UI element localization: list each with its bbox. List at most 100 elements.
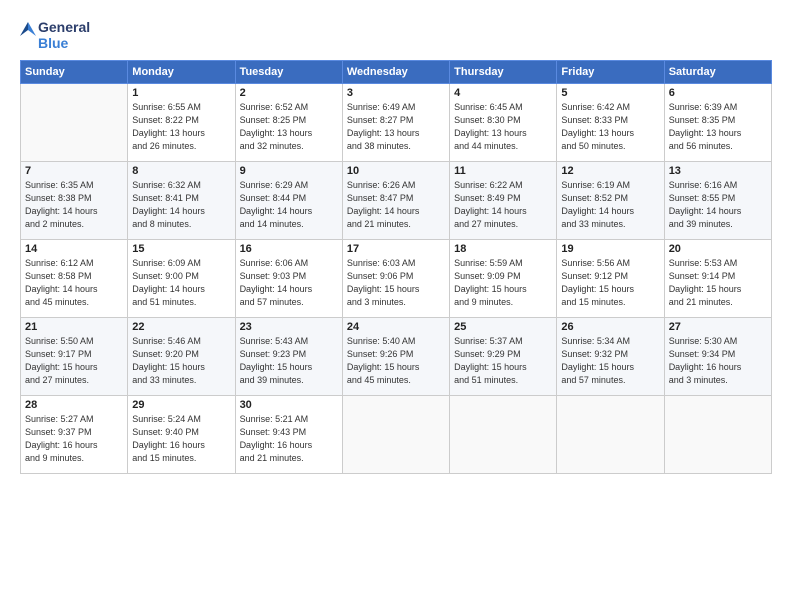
week-row-4: 21 Sunrise: 5:50 AM Sunset: 9:17 PM Dayli… <box>21 318 772 396</box>
day-info: Sunrise: 6:55 AM Sunset: 8:22 PM Dayligh… <box>132 101 230 153</box>
weekday-header-friday: Friday <box>557 61 664 84</box>
day-number: 17 <box>347 243 445 255</box>
week-row-3: 14Sunrise: 6:12 AM Sunset: 8:58 PM Dayli… <box>21 240 772 318</box>
calendar-cell: 8Sunrise: 6:32 AM Sunset: 8:41 PM Daylig… <box>128 162 235 240</box>
day-info: Sunrise: 6:22 AM Sunset: 8:49 PM Dayligh… <box>454 179 552 231</box>
day-number: 26 <box>561 321 659 333</box>
week-row-5: 28Sunrise: 5:27 AM Sunset: 9:37 PM Dayli… <box>21 396 772 474</box>
calendar-cell: 7 Sunrise: 6:35 AM Sunset: 8:38 PM Daylig… <box>21 162 128 240</box>
calendar-cell <box>342 396 449 474</box>
calendar-cell: 15 Sunrise: 6:09 AM Sunset: 9:00 PM Dayli… <box>128 240 235 318</box>
day-number: 1 <box>132 87 230 99</box>
day-info: Sunrise: 5:24 AM Sunset: 9:40 PM Dayligh… <box>132 413 230 465</box>
calendar-cell: 25 Sunrise: 5:37 AM Sunset: 9:29 PM Dayli… <box>450 318 557 396</box>
day-number: 27 <box>669 321 767 333</box>
day-info: Sunrise: 6:45 AM Sunset: 8:30 PM Dayligh… <box>454 101 552 153</box>
logo: General Blue <box>20 16 100 54</box>
day-info: Sunrise: 5:56 AM Sunset: 9:12 PM Dayligh… <box>561 257 659 309</box>
calendar-cell: 6Sunrise: 6:39 AM Sunset: 8:35 PM Daylig… <box>664 84 771 162</box>
calendar-cell: 19 Sunrise: 5:56 AM Sunset: 9:12 PM Dayli… <box>557 240 664 318</box>
day-info: Sunrise: 6:09 AM Sunset: 9:00 PM Dayligh… <box>132 257 230 309</box>
logo-svg: General Blue <box>20 16 100 54</box>
day-info: Sunrise: 5:50 AM Sunset: 9:17 PM Dayligh… <box>25 335 123 387</box>
calendar-cell: 23 Sunrise: 5:43 AM Sunset: 9:23 PM Dayli… <box>235 318 342 396</box>
day-info: Sunrise: 5:59 AM Sunset: 9:09 PM Dayligh… <box>454 257 552 309</box>
day-number: 4 <box>454 87 552 99</box>
weekday-header-wednesday: Wednesday <box>342 61 449 84</box>
calendar-cell: 27 Sunrise: 5:30 AM Sunset: 9:34 PM Dayli… <box>664 318 771 396</box>
weekday-header-thursday: Thursday <box>450 61 557 84</box>
day-number: 23 <box>240 321 338 333</box>
day-number: 29 <box>132 399 230 411</box>
day-info: Sunrise: 5:30 AM Sunset: 9:34 PM Dayligh… <box>669 335 767 387</box>
calendar-cell <box>21 84 128 162</box>
day-info: Sunrise: 5:37 AM Sunset: 9:29 PM Dayligh… <box>454 335 552 387</box>
day-number: 7 <box>25 165 123 177</box>
calendar-cell: 28Sunrise: 5:27 AM Sunset: 9:37 PM Dayli… <box>21 396 128 474</box>
calendar-cell <box>664 396 771 474</box>
calendar-cell <box>450 396 557 474</box>
day-number: 18 <box>454 243 552 255</box>
calendar-cell: 16 Sunrise: 6:06 AM Sunset: 9:03 PM Dayli… <box>235 240 342 318</box>
day-number: 15 <box>132 243 230 255</box>
day-number: 5 <box>561 87 659 99</box>
day-info: Sunrise: 6:49 AM Sunset: 8:27 PM Dayligh… <box>347 101 445 153</box>
page: General Blue SundayMondayTuesdayWednesda… <box>0 0 792 612</box>
day-info: Sunrise: 5:21 AM Sunset: 9:43 PM Dayligh… <box>240 413 338 465</box>
day-info: Sunrise: 6:26 AM Sunset: 8:47 PM Dayligh… <box>347 179 445 231</box>
day-info: Sunrise: 5:53 AM Sunset: 9:14 PM Dayligh… <box>669 257 767 309</box>
weekday-header-sunday: Sunday <box>21 61 128 84</box>
calendar-cell: 1 Sunrise: 6:55 AM Sunset: 8:22 PM Daylig… <box>128 84 235 162</box>
calendar-cell: 24 Sunrise: 5:40 AM Sunset: 9:26 PM Dayli… <box>342 318 449 396</box>
calendar-cell <box>557 396 664 474</box>
weekday-header-tuesday: Tuesday <box>235 61 342 84</box>
calendar-cell: 17 Sunrise: 6:03 AM Sunset: 9:06 PM Dayli… <box>342 240 449 318</box>
calendar-cell: 9 Sunrise: 6:29 AM Sunset: 8:44 PM Daylig… <box>235 162 342 240</box>
day-info: Sunrise: 6:03 AM Sunset: 9:06 PM Dayligh… <box>347 257 445 309</box>
day-number: 16 <box>240 243 338 255</box>
day-number: 11 <box>454 165 552 177</box>
day-info: Sunrise: 5:46 AM Sunset: 9:20 PM Dayligh… <box>132 335 230 387</box>
day-number: 28 <box>25 399 123 411</box>
day-info: Sunrise: 6:12 AM Sunset: 8:58 PM Dayligh… <box>25 257 123 309</box>
svg-text:General: General <box>38 19 90 35</box>
day-number: 24 <box>347 321 445 333</box>
day-number: 19 <box>561 243 659 255</box>
day-info: Sunrise: 5:43 AM Sunset: 9:23 PM Dayligh… <box>240 335 338 387</box>
day-info: Sunrise: 6:52 AM Sunset: 8:25 PM Dayligh… <box>240 101 338 153</box>
day-info: Sunrise: 6:29 AM Sunset: 8:44 PM Dayligh… <box>240 179 338 231</box>
day-number: 8 <box>132 165 230 177</box>
day-number: 10 <box>347 165 445 177</box>
calendar-cell: 12Sunrise: 6:19 AM Sunset: 8:52 PM Dayli… <box>557 162 664 240</box>
day-number: 22 <box>132 321 230 333</box>
day-info: Sunrise: 6:42 AM Sunset: 8:33 PM Dayligh… <box>561 101 659 153</box>
day-info: Sunrise: 5:40 AM Sunset: 9:26 PM Dayligh… <box>347 335 445 387</box>
day-number: 13 <box>669 165 767 177</box>
weekday-header-monday: Monday <box>128 61 235 84</box>
calendar-cell: 10 Sunrise: 6:26 AM Sunset: 8:47 PM Dayli… <box>342 162 449 240</box>
day-number: 3 <box>347 87 445 99</box>
day-number: 12 <box>561 165 659 177</box>
svg-text:Blue: Blue <box>38 35 69 51</box>
day-number: 25 <box>454 321 552 333</box>
calendar-cell: 21 Sunrise: 5:50 AM Sunset: 9:17 PM Dayli… <box>21 318 128 396</box>
week-row-2: 7 Sunrise: 6:35 AM Sunset: 8:38 PM Daylig… <box>21 162 772 240</box>
day-info: Sunrise: 5:34 AM Sunset: 9:32 PM Dayligh… <box>561 335 659 387</box>
day-info: Sunrise: 6:35 AM Sunset: 8:38 PM Dayligh… <box>25 179 123 231</box>
calendar-table: SundayMondayTuesdayWednesdayThursdayFrid… <box>20 60 772 474</box>
day-number: 2 <box>240 87 338 99</box>
day-number: 30 <box>240 399 338 411</box>
calendar-cell: 5 Sunrise: 6:42 AM Sunset: 8:33 PM Daylig… <box>557 84 664 162</box>
day-info: Sunrise: 6:06 AM Sunset: 9:03 PM Dayligh… <box>240 257 338 309</box>
calendar-cell: 20 Sunrise: 5:53 AM Sunset: 9:14 PM Dayli… <box>664 240 771 318</box>
day-number: 9 <box>240 165 338 177</box>
calendar-cell: 13 Sunrise: 6:16 AM Sunset: 8:55 PM Dayli… <box>664 162 771 240</box>
day-info: Sunrise: 6:16 AM Sunset: 8:55 PM Dayligh… <box>669 179 767 231</box>
calendar-cell: 3 Sunrise: 6:49 AM Sunset: 8:27 PM Daylig… <box>342 84 449 162</box>
header: General Blue <box>20 16 772 54</box>
day-number: 21 <box>25 321 123 333</box>
day-number: 20 <box>669 243 767 255</box>
day-info: Sunrise: 6:39 AM Sunset: 8:35 PM Dayligh… <box>669 101 767 153</box>
calendar-cell: 26 Sunrise: 5:34 AM Sunset: 9:32 PM Dayli… <box>557 318 664 396</box>
calendar-cell: 18 Sunrise: 5:59 AM Sunset: 9:09 PM Dayli… <box>450 240 557 318</box>
